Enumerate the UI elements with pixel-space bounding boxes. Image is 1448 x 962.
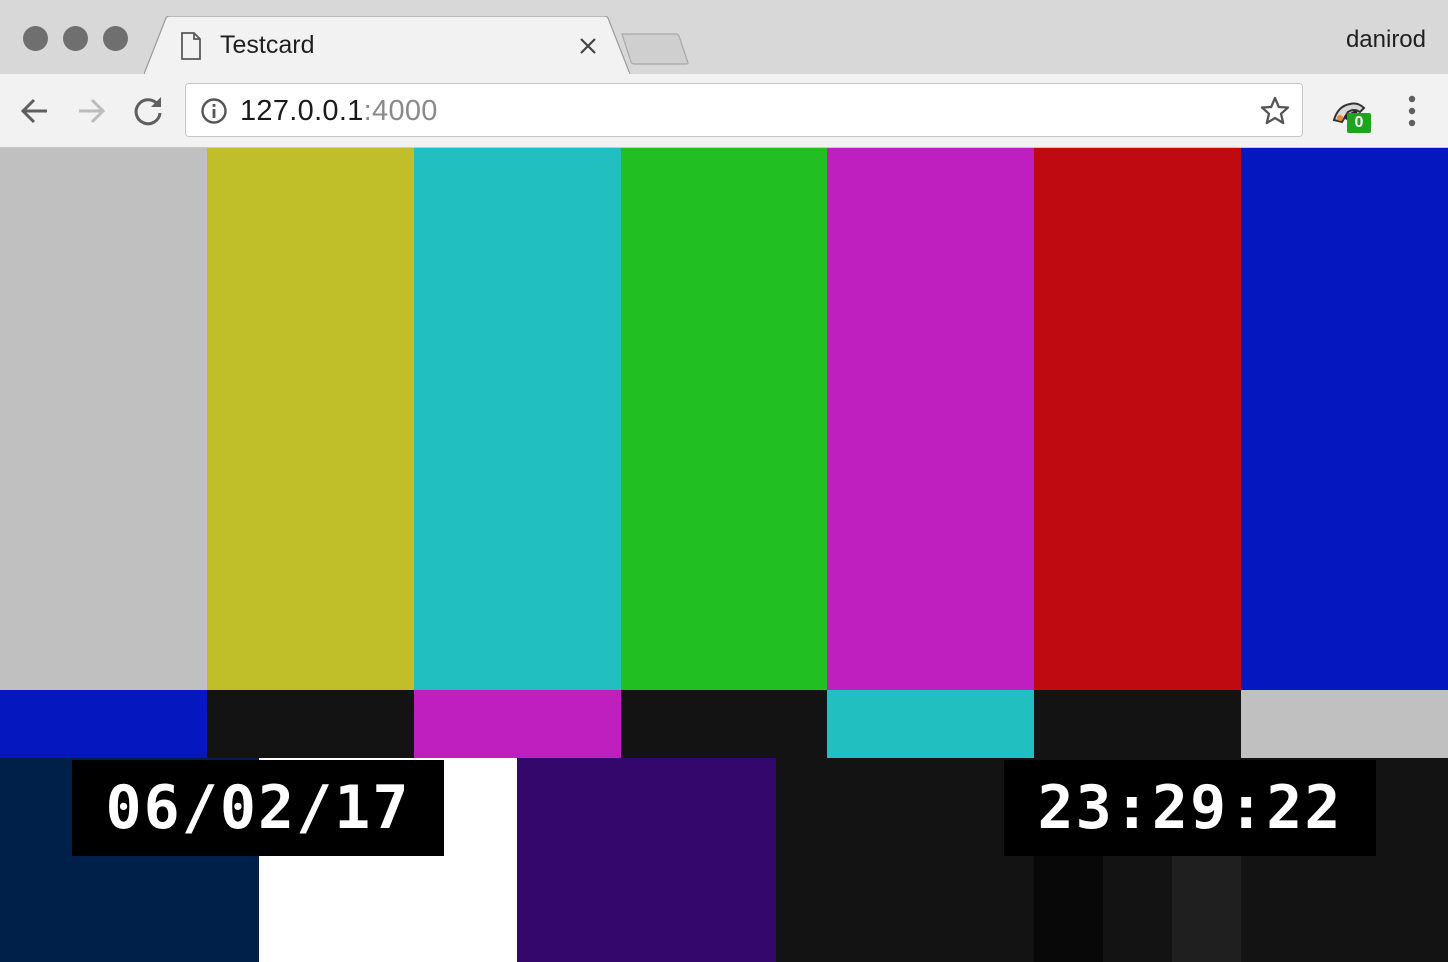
pluge-bar-2 xyxy=(1103,856,1172,962)
top-bar-6 xyxy=(1034,148,1241,690)
reload-icon[interactable] xyxy=(131,94,165,128)
top-bar-1 xyxy=(0,148,207,690)
middle-bar-6 xyxy=(1034,690,1241,758)
toolbar: 127.0.0.1:4000 xyxy=(0,74,1448,148)
url-text[interactable]: 127.0.0.1:4000 xyxy=(240,95,438,127)
new-tab-button[interactable] xyxy=(620,32,690,66)
middle-bar-1 xyxy=(0,690,207,758)
address-bar[interactable]: 127.0.0.1:4000 xyxy=(185,83,1303,137)
minimize-window-button[interactable] xyxy=(63,26,88,51)
close-tab-icon[interactable] xyxy=(578,36,598,56)
middle-bar-7 xyxy=(1241,690,1448,758)
top-bar-5 xyxy=(827,148,1034,690)
pluge-bar-1 xyxy=(1034,856,1103,962)
url-host: 127.0.0.1 xyxy=(240,95,364,127)
top-bar-2 xyxy=(207,148,414,690)
url-port: :4000 xyxy=(363,95,438,127)
page-icon xyxy=(181,32,201,60)
forward-arrow-icon[interactable] xyxy=(74,94,108,128)
zoom-window-button[interactable] xyxy=(103,26,128,51)
top-bar-4 xyxy=(621,148,827,690)
site-info-icon[interactable] xyxy=(200,97,228,125)
title-bar: Testcard danirod xyxy=(0,0,1448,74)
tab-shape xyxy=(144,16,630,74)
tab-testcard[interactable]: Testcard xyxy=(144,16,630,74)
middle-bar-4 xyxy=(621,690,827,758)
top-bar-3 xyxy=(414,148,621,690)
bookmark-star-icon[interactable] xyxy=(1260,96,1290,126)
bottom-block-3 xyxy=(517,758,776,962)
kebab-menu-icon[interactable] xyxy=(1398,94,1426,128)
top-bar-7 xyxy=(1241,148,1448,690)
close-window-button[interactable] xyxy=(23,26,48,51)
profile-name[interactable]: danirod xyxy=(1346,26,1426,54)
pluge-bar-3 xyxy=(1172,856,1241,962)
bottom-block-4 xyxy=(776,758,1035,962)
middle-bar-2 xyxy=(207,690,414,758)
middle-bar-5 xyxy=(827,690,1034,758)
time-display: 23:29:22 xyxy=(1004,760,1376,856)
test-card: 06/02/17 23:29:22 xyxy=(0,148,1448,962)
middle-bar-3 xyxy=(414,690,621,758)
extension-badge: 0 xyxy=(1347,113,1371,133)
tab-title: Testcard xyxy=(220,31,315,59)
date-display: 06/02/17 xyxy=(72,760,444,856)
back-arrow-icon[interactable] xyxy=(18,94,52,128)
